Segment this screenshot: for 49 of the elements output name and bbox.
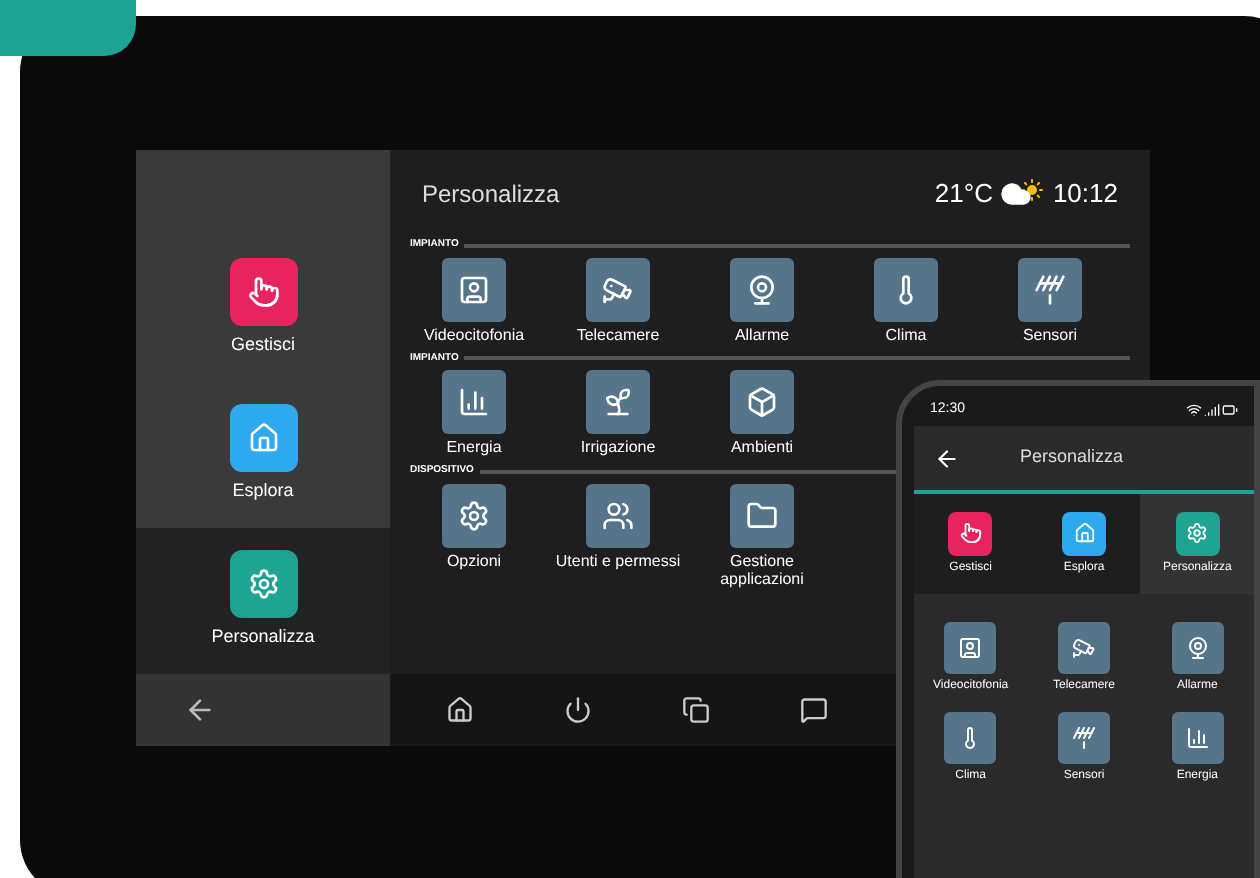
phone-title: Personalizza xyxy=(1020,444,1124,471)
wifi-icon xyxy=(1186,402,1202,418)
camera-icon xyxy=(602,273,634,305)
pointer-icon xyxy=(959,522,982,544)
feature-tile[interactable]: Allarme xyxy=(698,257,826,343)
temperature: 21°C xyxy=(934,176,993,213)
gear-icon xyxy=(1186,522,1209,544)
webcam-icon xyxy=(1185,636,1210,660)
sidebar-item[interactable]: Gestisci xyxy=(136,236,390,382)
gear-icon xyxy=(247,568,279,601)
pointer-icon xyxy=(247,276,279,309)
message-icon[interactable] xyxy=(800,696,828,724)
feature-tile[interactable]: Videocitofonia xyxy=(410,257,538,343)
house-icon xyxy=(247,422,279,455)
feature-tile[interactable]: Utenti e permessi xyxy=(554,483,682,587)
gear-icon xyxy=(458,499,490,531)
back-arrow-icon[interactable] xyxy=(934,445,960,471)
cube-icon xyxy=(746,386,778,418)
home-icon[interactable] xyxy=(446,696,474,724)
copy-icon[interactable] xyxy=(682,696,710,724)
feature-tile[interactable]: Energia xyxy=(410,370,538,456)
sidebar-item[interactable]: Personalizza xyxy=(136,528,390,674)
feature-tile[interactable]: Ambienti xyxy=(698,370,826,456)
feature-tile[interactable]: Irrigazione xyxy=(554,370,682,456)
sidebar-item[interactable]: Esplora xyxy=(136,382,390,528)
feature-tile[interactable]: Opzioni xyxy=(410,483,538,587)
users-icon xyxy=(602,499,634,531)
antenna-icon xyxy=(1071,726,1096,750)
signal-icon xyxy=(1204,402,1220,418)
bar-chart-icon xyxy=(1185,726,1210,750)
feature-tile[interactable]: Clima xyxy=(842,257,970,343)
house-icon xyxy=(1073,522,1095,544)
bar-chart-icon xyxy=(458,386,490,418)
folder-icon xyxy=(746,499,778,531)
page-title: Personalizza xyxy=(422,178,560,212)
contact-card-icon xyxy=(458,273,490,305)
webcam-icon xyxy=(746,273,778,305)
corner-badge xyxy=(0,0,136,56)
feature-tile[interactable]: Telecamere xyxy=(554,257,682,343)
clock: 10:12 xyxy=(1052,176,1118,213)
partly-cloudy-icon xyxy=(1000,178,1045,210)
feature-tile[interactable]: Sensori xyxy=(986,257,1114,343)
feature-tile[interactable]: Gestione applicazioni xyxy=(698,483,826,587)
contact-card-icon xyxy=(958,636,983,660)
camera-icon xyxy=(1071,636,1096,660)
power-icon[interactable] xyxy=(564,696,592,724)
battery-icon xyxy=(1222,402,1238,418)
sprout-icon xyxy=(602,386,634,418)
antenna-icon xyxy=(1034,273,1066,305)
